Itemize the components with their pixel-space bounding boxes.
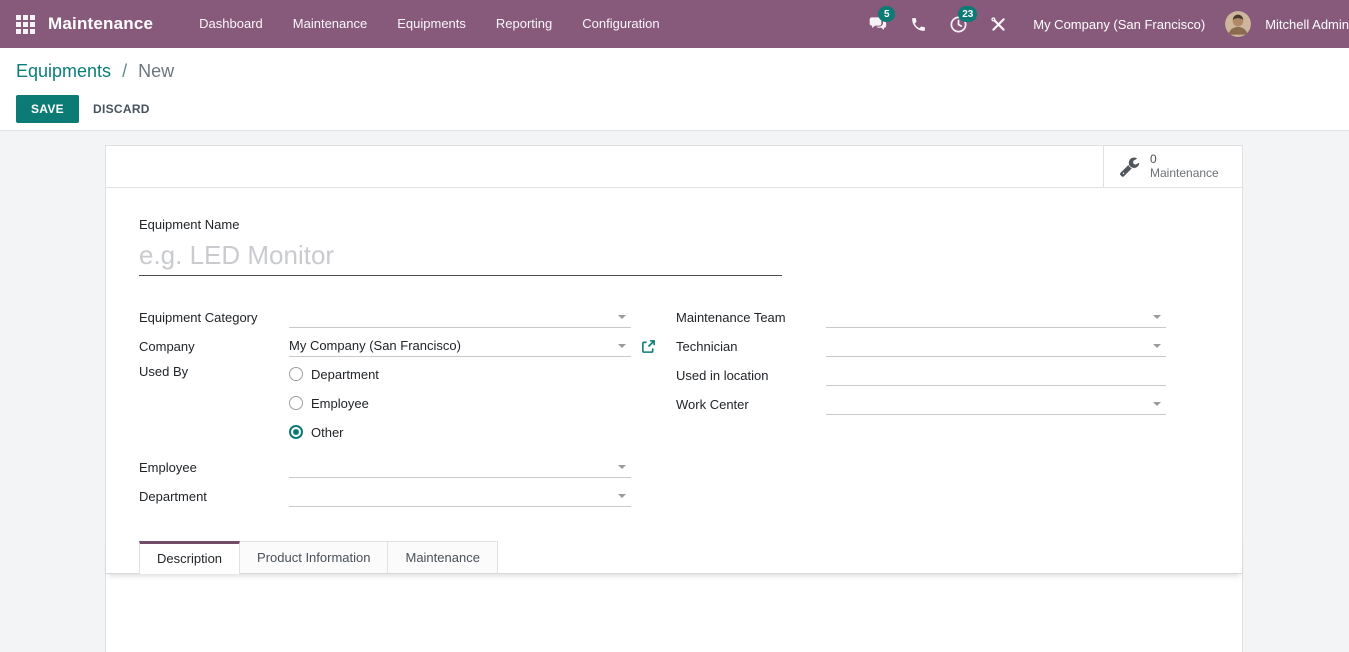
company-label: Company [139, 339, 289, 354]
user-menu[interactable]: Mitchell Admin [1265, 17, 1349, 32]
save-button[interactable]: SAVE [16, 95, 79, 123]
page-content: 0 Maintenance Equipment Name Equipment C… [0, 131, 1349, 652]
equipment-name-label: Equipment Name [139, 217, 239, 232]
smart-button-box: 0 Maintenance [106, 146, 1242, 188]
navbar-right: 5 23 My Company (San Francisco) [861, 0, 1349, 48]
activities-icon[interactable]: 23 [941, 0, 975, 48]
chevron-down-icon [618, 494, 626, 498]
chevron-down-icon [1153, 402, 1161, 406]
messages-icon[interactable]: 5 [861, 0, 895, 48]
description-tab-content[interactable] [106, 574, 1242, 652]
tab-product-information[interactable]: Product Information [239, 541, 388, 573]
top-navbar: Maintenance Dashboard Maintenance Equipm… [0, 0, 1349, 48]
form-right-column: Maintenance Team Technician Used in loca… [676, 306, 1169, 514]
radio-unchecked-icon [289, 396, 303, 410]
technician-label: Technician [676, 339, 826, 354]
technician-dropdown[interactable] [826, 335, 1166, 357]
menu-equipments[interactable]: Equipments [382, 0, 481, 48]
app-name[interactable]: Maintenance [48, 14, 153, 34]
maintenance-count: 0 [1150, 152, 1219, 166]
activities-badge: 23 [958, 6, 977, 22]
breadcrumb-separator: / [122, 61, 127, 81]
equipment-category-label: Equipment Category [139, 310, 289, 325]
navbar-left: Maintenance Dashboard Maintenance Equipm… [16, 0, 675, 48]
discard-button[interactable]: DISCARD [93, 102, 150, 116]
tools-icon[interactable] [981, 0, 1015, 48]
department-dropdown[interactable] [289, 485, 631, 507]
radio-unchecked-icon [289, 367, 303, 381]
chevron-down-icon [618, 315, 626, 319]
internal-link-icon[interactable] [641, 339, 656, 354]
equipment-name-group: Equipment Name [139, 216, 1209, 276]
used-by-option-employee[interactable]: Employee [289, 393, 379, 413]
tab-description[interactable]: Description [139, 541, 240, 574]
employee-label: Employee [139, 460, 289, 475]
chevron-down-icon [1153, 344, 1161, 348]
form-grid: Equipment Category Company My Company (S… [139, 306, 1209, 514]
used-in-location-input[interactable] [826, 364, 1166, 386]
chevron-down-icon [618, 344, 626, 348]
control-panel-buttons: SAVE DISCARD [16, 95, 1333, 123]
used-by-radio-group: Department Employee Other [289, 364, 379, 442]
menu-reporting[interactable]: Reporting [481, 0, 567, 48]
sheet-body: Equipment Name Equipment Category Compan… [106, 216, 1242, 514]
wrench-icon [1119, 156, 1140, 177]
menu-configuration[interactable]: Configuration [567, 0, 674, 48]
work-center-label: Work Center [676, 397, 826, 412]
work-center-dropdown[interactable] [826, 393, 1166, 415]
tab-bar: Description Product Information Maintena… [106, 540, 1242, 574]
tab-maintenance[interactable]: Maintenance [387, 541, 497, 573]
notebook: Description Product Information Maintena… [106, 540, 1242, 652]
form-left-column: Equipment Category Company My Company (S… [139, 306, 676, 514]
used-by-option-other[interactable]: Other [289, 422, 379, 442]
chevron-down-icon [1153, 315, 1161, 319]
form-sheet: 0 Maintenance Equipment Name Equipment C… [105, 145, 1243, 652]
used-in-location-label: Used in location [676, 368, 826, 383]
radio-checked-icon [289, 425, 303, 439]
phone-icon[interactable] [901, 0, 935, 48]
maintenance-team-label: Maintenance Team [676, 310, 826, 325]
maintenance-smart-button[interactable]: 0 Maintenance [1103, 146, 1242, 187]
equipment-category-dropdown[interactable] [289, 306, 631, 328]
equipment-name-input[interactable] [139, 238, 782, 276]
maintenance-team-dropdown[interactable] [826, 306, 1166, 328]
apps-menu-icon[interactable] [16, 15, 35, 34]
employee-dropdown[interactable] [289, 456, 631, 478]
avatar[interactable] [1225, 11, 1251, 37]
used-by-option-department[interactable]: Department [289, 364, 379, 384]
company-dropdown[interactable]: My Company (San Francisco) [289, 335, 631, 357]
used-by-label: Used By [139, 364, 289, 379]
main-menu: Dashboard Maintenance Equipments Reporti… [184, 0, 674, 48]
control-panel: Equipments / New SAVE DISCARD [0, 48, 1349, 131]
department-label: Department [139, 489, 289, 504]
messages-badge: 5 [878, 6, 895, 22]
menu-maintenance[interactable]: Maintenance [278, 0, 382, 48]
breadcrumb-equipments[interactable]: Equipments [16, 61, 111, 81]
menu-dashboard[interactable]: Dashboard [184, 0, 278, 48]
chevron-down-icon [618, 465, 626, 469]
breadcrumb: Equipments / New [16, 61, 1333, 82]
company-value: My Company (San Francisco) [289, 338, 461, 353]
maintenance-label: Maintenance [1150, 166, 1219, 181]
breadcrumb-current: New [138, 61, 174, 81]
smart-button-text: 0 Maintenance [1150, 152, 1219, 181]
company-switcher[interactable]: My Company (San Francisco) [1033, 17, 1205, 32]
